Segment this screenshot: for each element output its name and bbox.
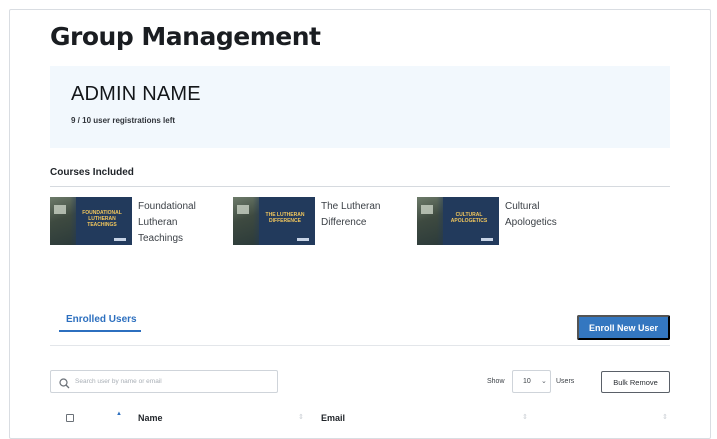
course-card[interactable]: THE LUTHERAN DIFFERENCE The Lutheran Dif… (233, 197, 393, 245)
sort-ascending-icon[interactable]: ▲ (116, 411, 122, 417)
course-thumbnail[interactable]: CULTURAL APOLOGETICS (417, 197, 499, 245)
users-label: Users (556, 378, 575, 385)
course-title[interactable]: Cultural Apologetics (505, 199, 577, 231)
active-tab-indicator (59, 330, 141, 332)
sort-icon[interactable]: ⇕ (298, 413, 304, 421)
course-card[interactable]: FOUNDATIONAL LUTHERAN TEACHINGS Foundati… (50, 197, 210, 247)
select-all-checkbox[interactable] (66, 414, 74, 422)
course-thumbnail[interactable]: FOUNDATIONAL LUTHERAN TEACHINGS (50, 197, 132, 245)
course-card[interactable]: CULTURAL APOLOGETICS Cultural Apologetic… (417, 197, 577, 245)
publisher-logo (297, 238, 309, 241)
page-size-value: 10 (523, 378, 531, 385)
course-title[interactable]: The Lutheran Difference (321, 199, 393, 231)
chevron-down-icon: ⌄ (541, 378, 547, 385)
registrations-left: 9 / 10 user registrations left (71, 116, 176, 125)
courses-included-heading: Courses Included (50, 167, 134, 178)
sort-icon[interactable]: ⇕ (662, 413, 668, 421)
search-box[interactable] (50, 370, 278, 393)
course-thumbnail-title: CULTURAL APOLOGETICS (450, 212, 488, 224)
courses-divider (50, 186, 670, 187)
tabs-divider (50, 345, 670, 346)
enroll-new-user-button[interactable]: Enroll New User (577, 315, 670, 340)
course-thumbnail-title: THE LUTHERAN DIFFERENCE (265, 212, 305, 224)
course-thumbnail[interactable]: THE LUTHERAN DIFFERENCE (233, 197, 315, 245)
page-title: Group Management (50, 22, 321, 51)
course-title[interactable]: Foundational Lutheran Teachings (138, 199, 210, 247)
search-icon (59, 376, 70, 394)
bulk-remove-button[interactable]: Bulk Remove (601, 371, 670, 393)
sort-icon[interactable]: ⇕ (522, 413, 528, 421)
column-header-name[interactable]: Name (138, 413, 163, 423)
column-header-email[interactable]: Email (321, 413, 345, 423)
admin-panel: ADMIN NAME 9 / 10 user registrations lef… (50, 66, 670, 148)
tab-enrolled-users[interactable]: Enrolled Users (66, 314, 137, 325)
publisher-logo (114, 238, 126, 241)
course-thumbnail-title: FOUNDATIONAL LUTHERAN TEACHINGS (82, 210, 122, 228)
admin-name: ADMIN NAME (71, 83, 201, 105)
page-size-select[interactable]: 10 ⌄ (512, 370, 551, 393)
show-label: Show (487, 378, 505, 385)
publisher-logo (481, 238, 493, 241)
search-input[interactable] (75, 374, 270, 389)
